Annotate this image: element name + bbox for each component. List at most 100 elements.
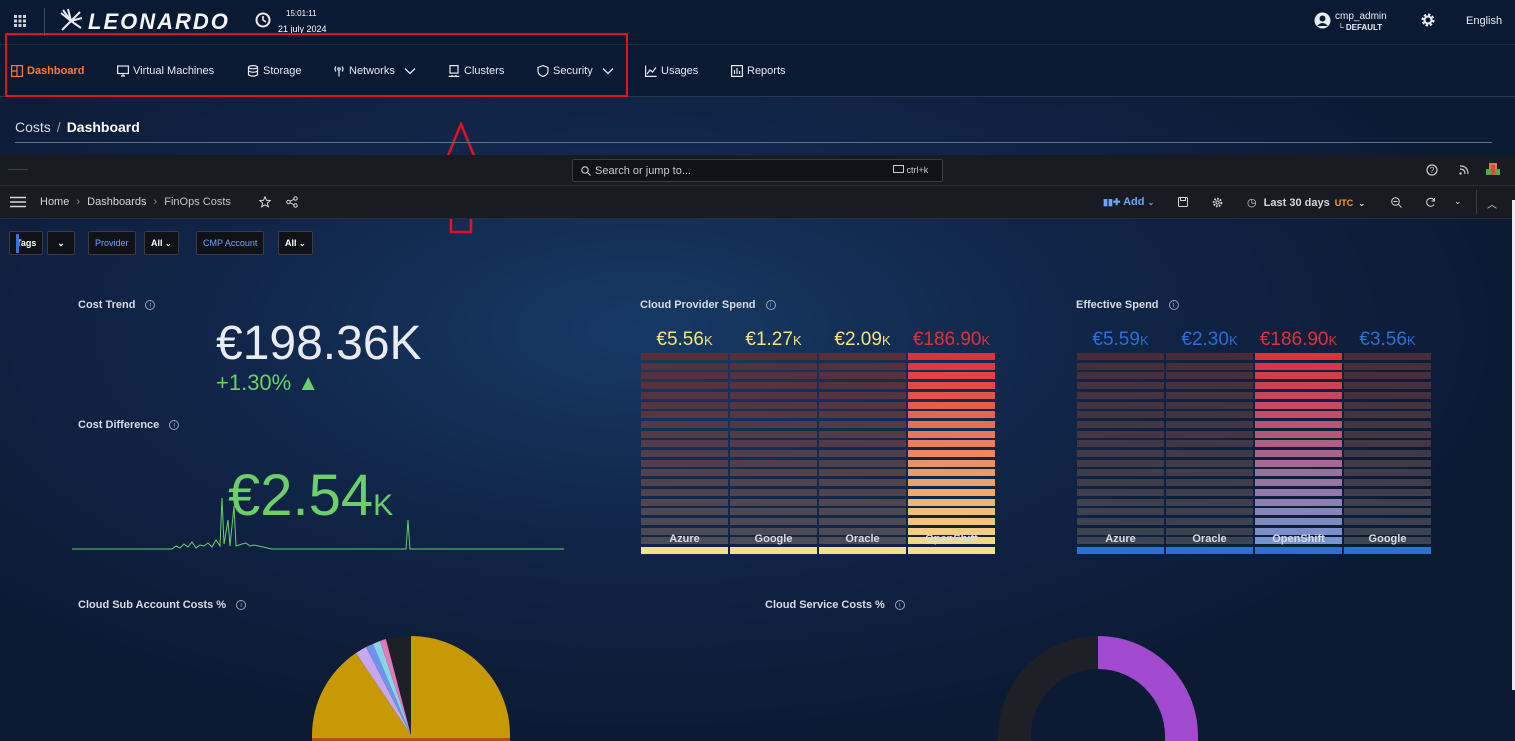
refresh-icon[interactable] — [1425, 197, 1436, 208]
gauge-category-label: Azure — [1105, 533, 1136, 545]
report-icon — [731, 65, 743, 77]
cost-difference-value: €2.54K — [228, 462, 393, 529]
info-icon[interactable]: i — [765, 300, 776, 311]
gauge-bar-segment — [1255, 382, 1342, 390]
gauge-bar-segment — [1255, 469, 1342, 477]
gauge-bar-segment — [1255, 450, 1342, 457]
gauge-bar-segment — [819, 498, 906, 506]
tags-filter[interactable]: Tags — [9, 231, 44, 255]
settings-gear-icon[interactable] — [1212, 197, 1223, 208]
gauge-bar-segment — [908, 430, 995, 438]
user-avatar-icon[interactable] — [1314, 12, 1331, 29]
tenant-label: DEFAULT — [1345, 23, 1383, 32]
gauge-bar-segment — [1255, 547, 1342, 554]
gauge-bar-segment — [1344, 391, 1431, 399]
cost-trend-change: +1.30% ▲ — [216, 370, 320, 395]
crumb-sep: › — [76, 196, 81, 208]
provider-select[interactable]: All ⌄ — [144, 231, 179, 255]
gauge-bar-segment — [730, 430, 817, 438]
gauge-bar-segment — [641, 498, 728, 506]
gauge-bar-segment — [1344, 440, 1431, 448]
gauge-bar-segment — [1077, 547, 1164, 554]
svg-text:?: ? — [1430, 166, 1435, 175]
gauge-category-label: Oracle — [1192, 533, 1227, 545]
crumb-dashboards[interactable]: Dashboards — [87, 196, 146, 208]
gauge-bar-segment — [1166, 420, 1253, 428]
rss-icon[interactable] — [1458, 164, 1470, 176]
breadcrumb-separator: / — [56, 119, 61, 135]
time-range-picker[interactable]: ◷ Last 30 days UTC ⌄ — [1247, 196, 1365, 209]
service-costs-donut-chart — [998, 636, 1198, 741]
chevron-down-icon: ⌄ — [1147, 198, 1155, 207]
gauge-bar-segment — [1344, 488, 1431, 496]
language-selector[interactable]: English — [1466, 15, 1502, 27]
cost-trend-value: €198.36K — [216, 317, 422, 370]
save-icon[interactable] — [1178, 197, 1188, 207]
gauge-category-label: OpenShift — [1272, 533, 1325, 545]
panel-title-sub-account-costs: Cloud Sub Account Costs % i — [78, 599, 247, 611]
info-icon[interactable]: i — [894, 600, 905, 611]
gauge-bar-segment — [1344, 469, 1431, 477]
gauge-bar-segment — [641, 401, 728, 409]
gauge-value-label: €5.59K — [1092, 329, 1149, 350]
gauge-bar-segment — [908, 353, 995, 360]
gauge-bar-segment — [1344, 547, 1431, 554]
gauge-bar-segment — [819, 459, 906, 467]
gauge-bar-segment — [819, 353, 906, 360]
gauge-bar-segment — [1077, 391, 1164, 399]
collapse-chevron-up-icon[interactable]: ︿ — [1487, 196, 1497, 211]
gauge-bar-segment — [908, 401, 995, 409]
grafana-avatar-icon[interactable] — [1484, 161, 1502, 179]
zoom-out-icon[interactable] — [1391, 197, 1402, 208]
gauge-bar-segment — [908, 479, 995, 487]
gauge-value-label: €186.90K — [1259, 329, 1338, 350]
gauge-bar-segment — [730, 411, 817, 419]
username[interactable]: cmp_admin — [1335, 11, 1387, 22]
gauge-bar-segment — [1077, 479, 1164, 487]
search-input[interactable]: Search or jump to... ctrl+k — [572, 159, 943, 182]
gauge-bar-segment — [908, 420, 995, 428]
gauge-bar-segment — [1255, 440, 1342, 448]
panel-title-cloud-provider-spend: Cloud Provider Spend i — [640, 299, 776, 311]
breadcrumb-parent[interactable]: Costs — [15, 119, 51, 135]
info-icon[interactable]: i — [236, 600, 247, 611]
panel-title-text: Cost Difference — [78, 419, 160, 431]
gauge-bar-segment — [1344, 508, 1431, 516]
gauge-bar-segment — [1166, 498, 1253, 506]
info-icon[interactable]: i — [145, 300, 156, 311]
gauge-category-label: Oracle — [845, 533, 880, 545]
gauge-bar-segment — [1344, 372, 1431, 380]
cmp-account-select[interactable]: All ⌄ — [278, 231, 313, 255]
star-icon[interactable] — [259, 196, 271, 208]
timezone-label: UTC — [1334, 198, 1354, 208]
refresh-interval-chevron-icon[interactable]: ⌄ — [1454, 196, 1462, 207]
gauge-bar-segment — [819, 450, 906, 457]
gauge-bar-segment — [1166, 547, 1253, 554]
settings-gear-icon[interactable] — [1420, 12, 1436, 28]
info-icon[interactable]: i — [169, 420, 180, 431]
gauge-bar-segment — [819, 440, 906, 448]
gauge-bar-segment — [641, 459, 728, 467]
gauge-bar-segment — [730, 547, 817, 554]
gauge-bar-segment — [1077, 517, 1164, 525]
gauge-bar-segment — [1166, 440, 1253, 448]
nav-reports[interactable]: Reports — [731, 64, 786, 78]
apps-grid-icon[interactable] — [14, 15, 26, 27]
menu-hamburger-icon[interactable] — [10, 196, 26, 208]
add-button[interactable]: ▮▮✚ Add ⌄ — [1103, 196, 1154, 208]
gauge-bar-segment — [819, 479, 906, 487]
share-icon[interactable] — [286, 196, 298, 208]
gauge-category-label: Google — [1368, 533, 1407, 545]
gauge-bar-segment — [908, 547, 995, 554]
info-icon[interactable]: i — [1168, 300, 1179, 311]
tags-dropdown[interactable]: ⌄ — [47, 231, 75, 255]
gauge-bar-segment — [730, 488, 817, 496]
gauge-bar-segment — [1344, 353, 1431, 360]
help-icon[interactable]: ? — [1426, 164, 1438, 176]
donut-slice — [1098, 636, 1198, 741]
crumb-home[interactable]: Home — [40, 196, 69, 208]
gauge-bar-segment — [1077, 411, 1164, 419]
nav-usages[interactable]: Usages — [645, 64, 698, 78]
gauge-bar-segment — [730, 517, 817, 525]
chart-icon — [645, 65, 657, 77]
